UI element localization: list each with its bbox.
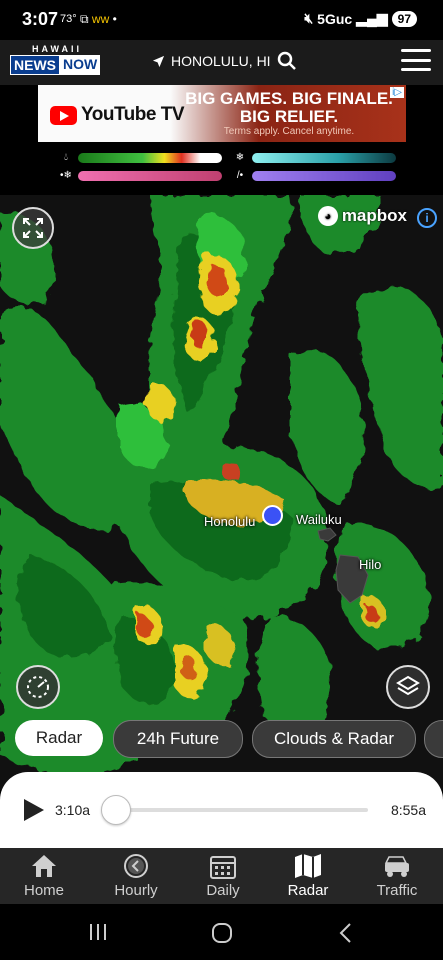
ice-color-bar: [252, 170, 396, 181]
future-pill[interactable]: 24h Future: [113, 720, 243, 758]
home-icon: [32, 855, 56, 877]
logo-news: NEWS: [10, 55, 60, 75]
mix-icon: •❄: [60, 170, 72, 181]
youtube-play-icon: [50, 105, 77, 125]
back-icon[interactable]: [338, 922, 354, 944]
maui-island: [317, 527, 337, 542]
tab-radar[interactable]: Radar: [264, 848, 352, 904]
radar-legend: 💧︎ ❄ •❄ /•: [58, 152, 396, 188]
status-right: 🔇︎ 5Guc ▂▄▆ 97: [304, 10, 417, 27]
end-time: 8:55a: [390, 802, 426, 818]
ad-headline-1: BIG GAMES. BIG FINALE.: [185, 89, 393, 108]
search-icon[interactable]: [277, 51, 297, 71]
timeline-player: 3:10a 8:55a: [0, 772, 443, 848]
more-pill[interactable]: [424, 720, 443, 758]
expand-icon[interactable]: [12, 207, 54, 249]
tab-daily-label: Daily: [206, 882, 240, 899]
rain-icon: 💧︎: [64, 152, 68, 163]
mute-icon: 🔇︎: [304, 10, 314, 26]
radar-overlay: [0, 195, 443, 776]
tab-daily[interactable]: Daily: [179, 848, 267, 904]
bottom-tab-bar: Home Hourly Daily Radar Traffic: [0, 848, 443, 904]
ad-brand: YouTube TV: [81, 104, 185, 125]
ice-icon: /•: [236, 170, 244, 181]
notification-icons: ⧉ ww •: [80, 12, 117, 26]
snow-icon: ❄: [235, 152, 245, 163]
tab-home-label: Home: [23, 882, 64, 899]
rain-color-bar: [78, 152, 222, 163]
radar-map[interactable]: ◕ mapbox i Honolulu Wailuku Hilo Radar 2…: [0, 195, 443, 790]
layer-pills: Radar 24h Future Clouds & Radar: [0, 720, 443, 760]
tab-hourly-label: Hourly: [114, 882, 158, 899]
mix-color-bar: [78, 170, 222, 181]
start-time: 3:10a: [55, 802, 91, 818]
logo-hawaii: HAWAII: [31, 44, 82, 54]
calendar-icon: [210, 856, 236, 879]
recent-apps-icon[interactable]: [88, 922, 108, 942]
menu-icon[interactable]: [401, 49, 431, 71]
tab-hourly[interactable]: Hourly: [92, 848, 180, 904]
status-time: 3:07: [22, 9, 59, 29]
info-icon[interactable]: i: [417, 208, 437, 228]
logo-now: NOW: [60, 55, 101, 75]
ad-headline-2: BIG RELIEF.: [239, 107, 339, 126]
ad-choices-icon[interactable]: i▷: [390, 87, 404, 98]
location-arrow-icon: [152, 55, 165, 67]
city-label-honolulu: Honolulu: [204, 514, 256, 529]
youtube-tv-ad[interactable]: YouTube TV BIG GAMES. BIG FINALE. BIG RE…: [38, 85, 406, 142]
status-bar: 3:07 73° ⧉ ww • 🔇︎ 5Guc ▂▄▆ 97: [0, 0, 443, 40]
status-temp: 73°: [60, 13, 77, 25]
app-header: HAWAII NEWS NOW HONOLULU, HI: [0, 40, 443, 85]
snow-color-bar: [252, 152, 396, 163]
signal-icon: ▂▄▆: [356, 10, 388, 26]
system-nav-bar: [0, 904, 443, 960]
car-icon: [384, 856, 409, 877]
ad-subtext: Terms apply. Cancel anytime.: [223, 126, 355, 137]
animation-speed-icon[interactable]: [16, 665, 60, 709]
clock-icon: [124, 854, 148, 878]
ad-area: YouTube TV BIG GAMES. BIG FINALE. BIG RE…: [0, 85, 443, 195]
clouds-radar-pill[interactable]: Clouds & Radar: [252, 720, 416, 758]
youtube-tv-logo: YouTube TV: [50, 104, 185, 126]
battery-badge: 97: [391, 10, 417, 27]
mapbox-attribution[interactable]: ◕ mapbox: [317, 206, 407, 226]
current-location-dot: [262, 505, 283, 526]
mapbox-label: mapbox: [341, 206, 407, 225]
timeline-track[interactable]: [110, 808, 368, 812]
location-label: HONOLULU, HI: [171, 53, 271, 69]
mapbox-logo-icon: ◕: [317, 206, 338, 226]
tab-radar-label: Radar: [287, 882, 329, 899]
tab-home[interactable]: Home: [0, 848, 88, 904]
city-label-hilo: Hilo: [359, 557, 382, 572]
home-nav-icon[interactable]: [211, 922, 233, 944]
tab-traffic-label: Traffic: [376, 882, 418, 899]
map-icon: [295, 854, 321, 878]
radar-pill[interactable]: Radar: [15, 720, 103, 756]
network-label: 5Guc: [317, 10, 353, 27]
timeline-knob[interactable]: [101, 795, 131, 825]
layers-icon[interactable]: [386, 665, 430, 709]
city-label-wailuku: Wailuku: [296, 512, 342, 527]
location-selector[interactable]: HONOLULU, HI: [152, 51, 297, 71]
hawaii-news-now-logo[interactable]: HAWAII NEWS NOW: [10, 44, 104, 75]
play-icon[interactable]: [24, 799, 44, 821]
tab-traffic[interactable]: Traffic: [353, 848, 441, 904]
